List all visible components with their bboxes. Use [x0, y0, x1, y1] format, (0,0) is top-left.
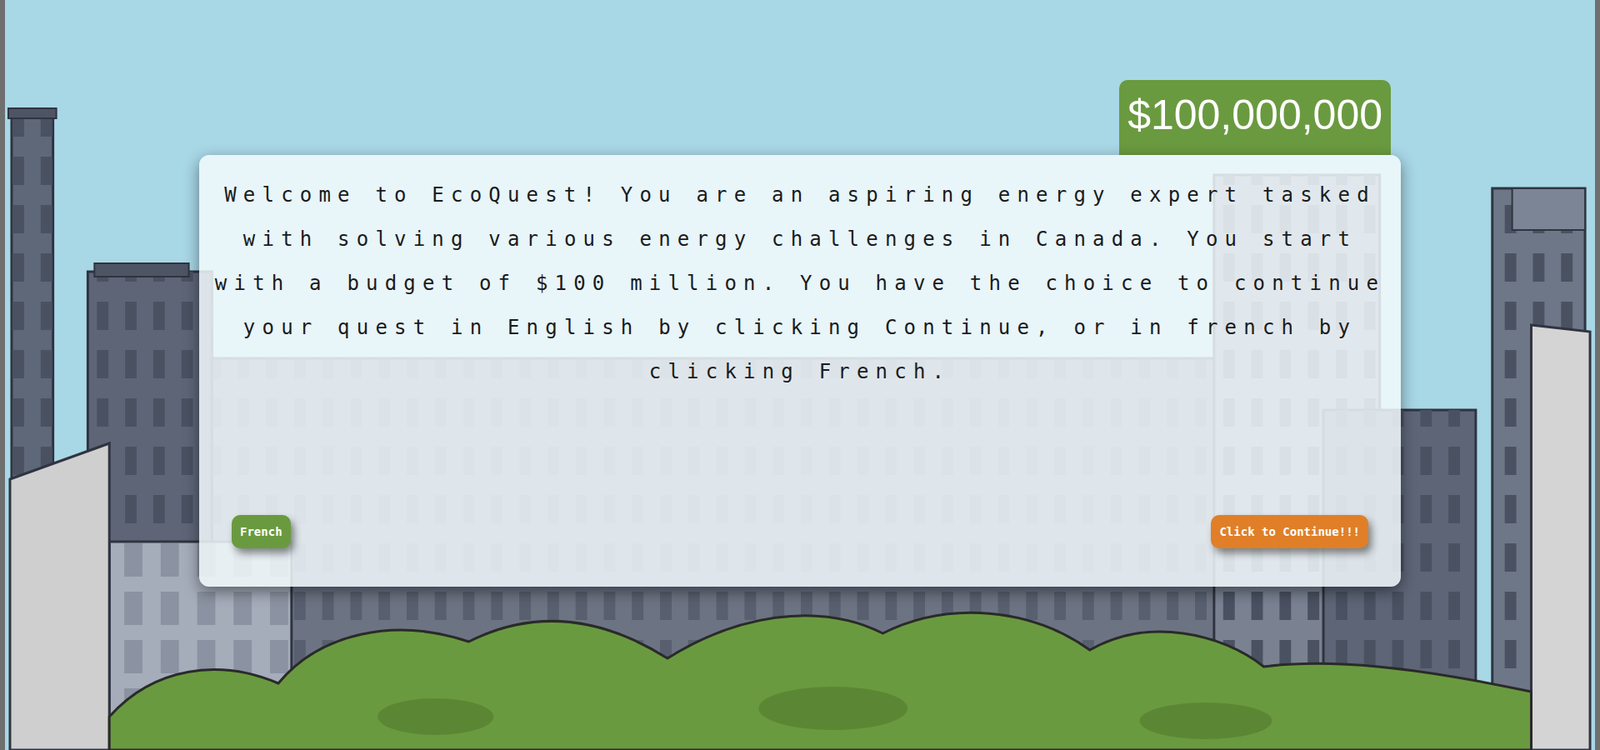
- dialog-box: Welcome to EcoQuest! You are an aspiring…: [199, 155, 1401, 587]
- dialog-text: Welcome to EcoQuest! You are an aspiring…: [207, 173, 1393, 395]
- game-screen: $100,000,000 Welcome to EcoQuest! You are…: [0, 0, 1600, 750]
- budget-badge: $100,000,000: [1119, 80, 1391, 155]
- french-button[interactable]: French: [231, 515, 291, 549]
- continue-button[interactable]: Click to Continue!!!: [1210, 515, 1369, 549]
